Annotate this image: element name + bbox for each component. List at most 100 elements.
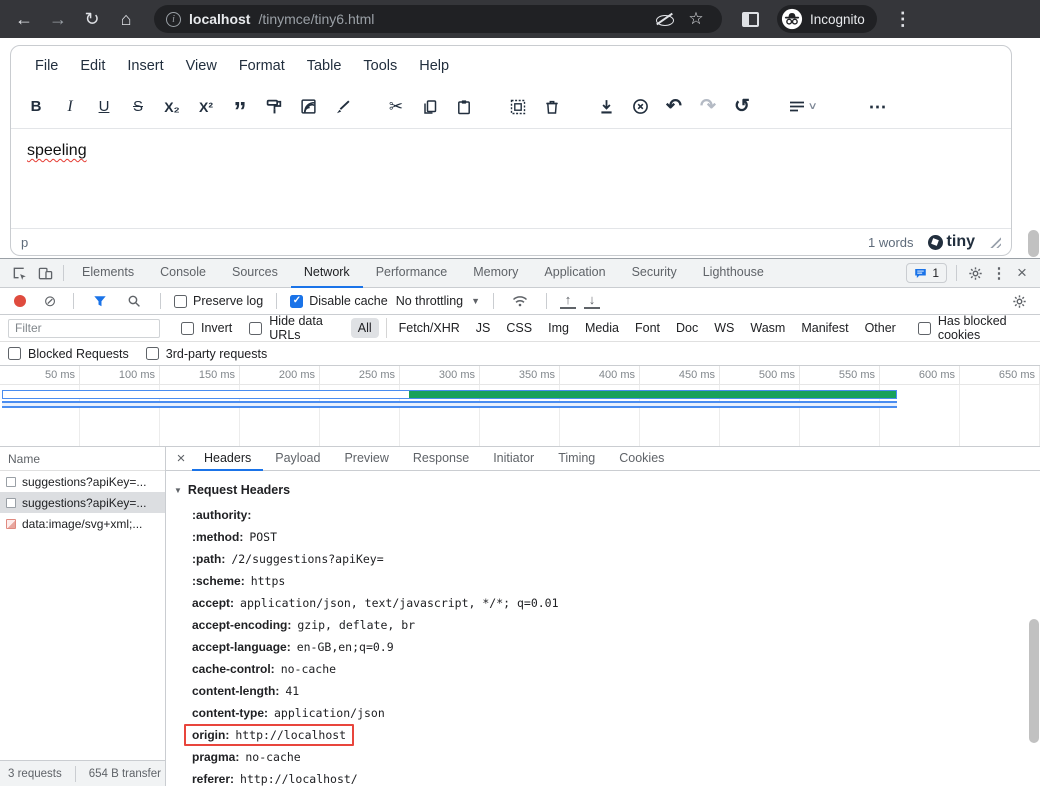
header-line[interactable]: content-type: application/json (190, 702, 1040, 724)
devtools-tab[interactable]: Memory (460, 259, 531, 288)
site-info-icon[interactable]: i (166, 12, 181, 27)
resource-type-filter[interactable]: Fetch/XHR (386, 318, 467, 338)
search-icon[interactable] (121, 288, 147, 314)
editor-menu-item[interactable]: File (25, 52, 68, 80)
devtools-menu-kebab-icon[interactable]: ⋮ (988, 264, 1010, 282)
devtools-tab[interactable]: Performance (363, 259, 461, 288)
console-message-badge[interactable]: 1 (906, 263, 947, 283)
devtools-tab[interactable]: Security (619, 259, 690, 288)
header-line[interactable]: content-length: 41 (190, 680, 1040, 702)
resource-type-filter[interactable]: Font (628, 318, 667, 338)
detail-tab[interactable]: Payload (263, 447, 332, 471)
bookmark-star-icon[interactable]: ☆ (682, 5, 710, 33)
header-line[interactable]: :path: /2/suggestions?apiKey= (190, 548, 1040, 570)
more-options-button[interactable]: ⋯ (863, 92, 893, 122)
resource-type-filter[interactable]: WS (707, 318, 741, 338)
disable-cache-label[interactable]: Disable cache (309, 294, 388, 308)
preserve-log-label[interactable]: Preserve log (193, 294, 263, 308)
disclosure-triangle-icon[interactable]: ▼ (174, 486, 182, 495)
detail-tab[interactable]: Initiator (481, 447, 546, 471)
preserve-log-checkbox[interactable] (174, 295, 187, 308)
devtools-tab[interactable]: Sources (219, 259, 291, 288)
resource-type-filter[interactable]: Doc (669, 318, 705, 338)
redo-button[interactable]: ↷ (693, 92, 723, 122)
hide-data-urls-label[interactable]: Hide data URLs (269, 314, 341, 342)
undo-button[interactable]: ↶ (659, 92, 689, 122)
resource-type-filter[interactable]: All (351, 318, 379, 338)
network-conditions-icon[interactable] (507, 288, 533, 314)
detail-tab[interactable]: Cookies (607, 447, 676, 471)
forward-icon[interactable]: → (44, 5, 72, 33)
hide-data-urls-checkbox[interactable] (249, 322, 262, 335)
back-icon[interactable]: ← (10, 5, 38, 33)
settings-gear-icon[interactable] (962, 260, 988, 286)
third-party-label[interactable]: 3rd-party requests (166, 347, 267, 361)
editor-menu-item[interactable]: Table (297, 52, 352, 80)
blocked-requests-label[interactable]: Blocked Requests (28, 347, 129, 361)
headers-panel[interactable]: ▼ Request Headers :authority: (166, 471, 1040, 786)
resize-handle-icon[interactable] (989, 236, 1001, 248)
header-line[interactable]: :method: POST (190, 526, 1040, 548)
request-row[interactable]: suggestions?apiKey=... (0, 492, 165, 513)
embed-frame-icon[interactable] (293, 92, 323, 122)
network-settings-gear-icon[interactable] (1006, 288, 1032, 314)
inspect-element-icon[interactable] (6, 260, 32, 286)
element-path[interactable]: p (21, 235, 854, 250)
resource-type-filter[interactable]: Other (858, 318, 903, 338)
resource-type-filter[interactable]: Media (578, 318, 626, 338)
underline-button[interactable]: U (89, 92, 119, 122)
devtools-tab[interactable]: Network (291, 259, 363, 288)
close-detail-icon[interactable]: × (170, 450, 192, 467)
header-line[interactable]: cache-control: no-cache (190, 658, 1040, 680)
cancel-icon[interactable] (625, 92, 655, 122)
disable-cache-checkbox[interactable] (290, 295, 303, 308)
strikethrough-button[interactable]: S (123, 92, 153, 122)
save-download-icon[interactable] (591, 92, 621, 122)
resource-type-filter[interactable]: Img (541, 318, 576, 338)
resource-type-filter[interactable]: CSS (499, 318, 539, 338)
clear-network-log-icon[interactable]: ⊘ (40, 292, 60, 310)
editor-menu-item[interactable]: Insert (117, 52, 173, 80)
editor-menu-item[interactable]: Format (229, 52, 295, 80)
home-icon[interactable]: ⌂ (112, 5, 140, 33)
editor-menu-item[interactable]: Help (409, 52, 459, 80)
align-left-button[interactable]: ∨ (781, 92, 825, 122)
detail-tab[interactable]: Preview (332, 447, 400, 471)
editor-text[interactable]: speeling (27, 142, 87, 159)
detail-tab[interactable]: Response (401, 447, 481, 471)
side-panel-icon[interactable] (742, 12, 759, 27)
superscript-button[interactable]: X² (191, 92, 221, 122)
paste-button[interactable] (449, 92, 479, 122)
resource-type-filter[interactable]: Manifest (794, 318, 855, 338)
copy-button[interactable] (415, 92, 445, 122)
network-filter-input[interactable] (8, 319, 160, 338)
has-blocked-cookies-label[interactable]: Has blocked cookies (938, 314, 1032, 342)
devtools-close-icon[interactable]: × (1010, 263, 1034, 283)
header-line[interactable]: origin: http://localhost (190, 724, 1040, 746)
devtools-tab[interactable]: Application (531, 259, 618, 288)
permanent-pen-icon[interactable] (327, 92, 357, 122)
import-har-icon[interactable]: ↑ (560, 293, 576, 309)
restore-draft-icon[interactable]: ↺ (727, 92, 757, 122)
resource-type-filter[interactable]: Wasm (743, 318, 792, 338)
throttling-select[interactable]: No throttling ▼ (396, 294, 480, 308)
detail-scrollbar-thumb[interactable] (1029, 619, 1039, 743)
header-line[interactable]: referer: http://localhost/ (190, 768, 1040, 786)
editor-menu-item[interactable]: View (176, 52, 227, 80)
overview-track[interactable] (0, 385, 1040, 446)
detail-tab[interactable]: Timing (546, 447, 607, 471)
editor-menu-item[interactable]: Tools (353, 52, 407, 80)
has-blocked-cookies-checkbox[interactable] (918, 322, 931, 335)
reload-icon[interactable]: ↻ (78, 5, 106, 33)
detail-tab[interactable]: Headers (192, 447, 263, 471)
header-line[interactable]: accept: application/json, text/javascrip… (190, 592, 1040, 614)
devtools-tab[interactable]: Lighthouse (690, 259, 777, 288)
request-headers-section[interactable]: ▼ Request Headers (174, 479, 1040, 501)
request-row[interactable]: data:image/svg+xml;... (0, 513, 165, 534)
word-count[interactable]: 1 words (868, 235, 914, 250)
header-line[interactable]: pragma: no-cache (190, 746, 1040, 768)
filter-funnel-icon[interactable] (87, 288, 113, 314)
devtools-tab[interactable]: Console (147, 259, 219, 288)
devtools-tab[interactable]: Elements (69, 259, 147, 288)
address-bar[interactable]: i localhost/tinymce/tiny6.html ☆ (154, 5, 722, 33)
